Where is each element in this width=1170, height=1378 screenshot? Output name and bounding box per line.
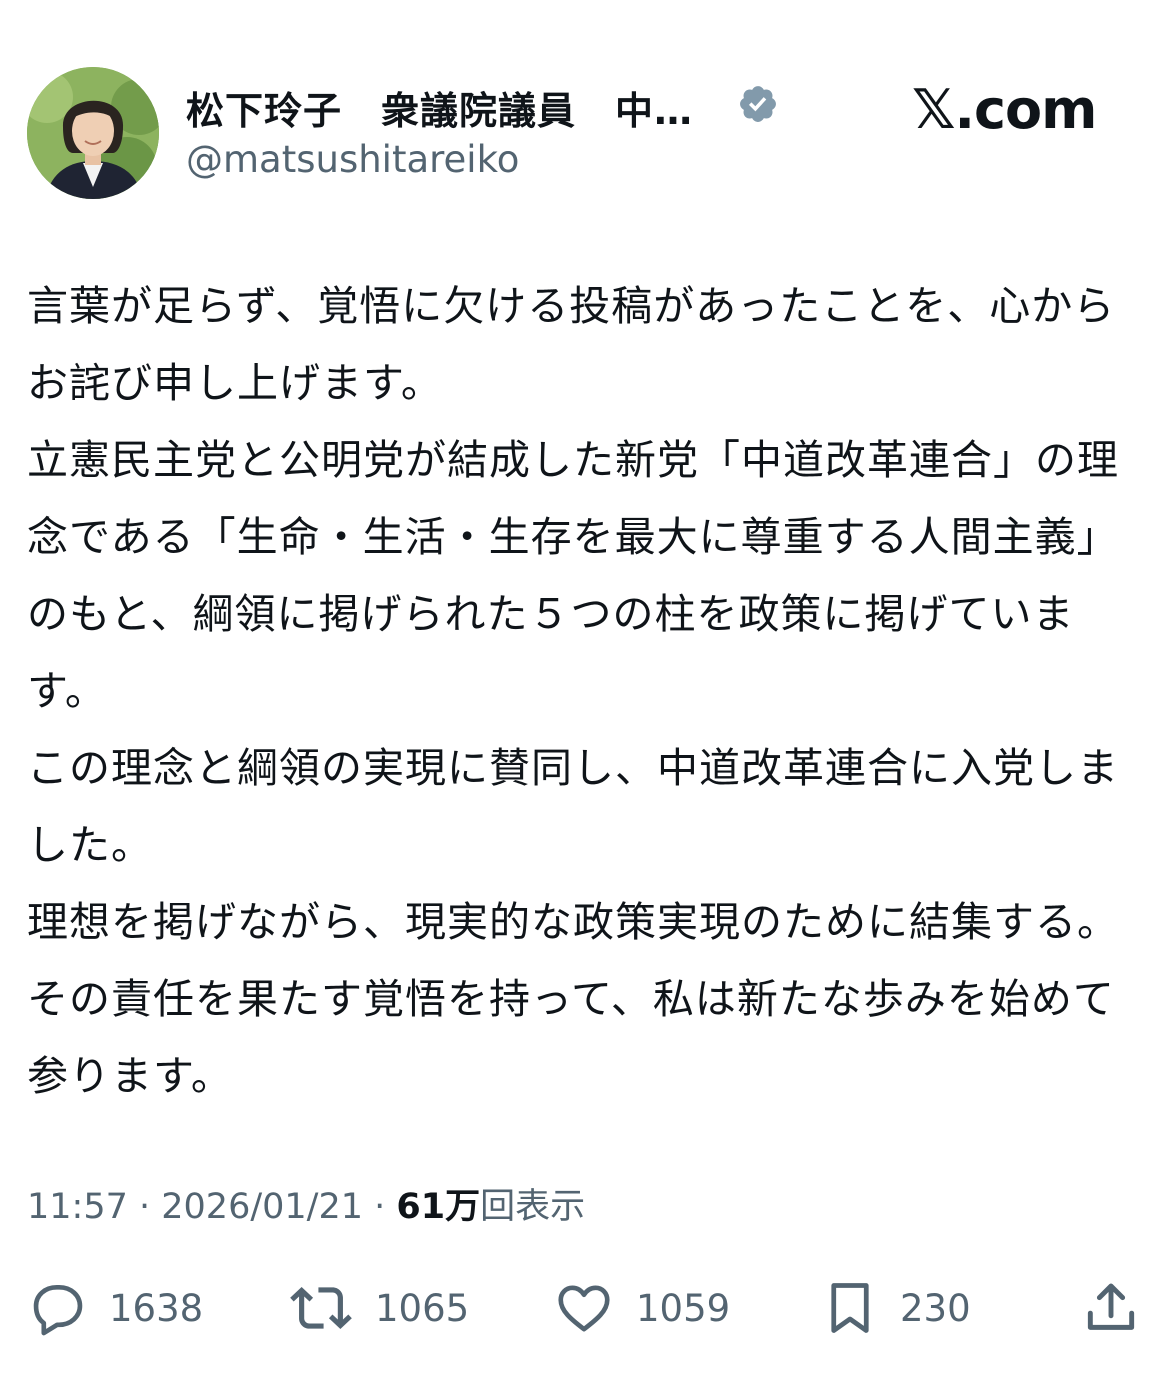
tweet-paragraph: この理念と綱領の実現に賛同し、中道改革連合に入党しました。 — [27, 744, 1119, 869]
tweet-paragraph: 言葉が足らず、覚悟に欠ける投稿があったことを、心からお詫び申し上げます。 — [27, 282, 1116, 407]
avatar-image — [27, 67, 159, 199]
share-icon — [1087, 1283, 1135, 1330]
post-time[interactable]: 11:57 — [27, 1187, 128, 1227]
views-label: 回表示 — [480, 1187, 586, 1227]
tweet-text: 言葉が足らず、覚悟に欠ける投稿があったことを、心からお詫び申し上げます。 立憲民… — [27, 268, 1137, 1115]
bookmark-count: 230 — [900, 1286, 971, 1330]
bookmark-button[interactable]: 230 — [820, 1268, 971, 1348]
views-count: 61万 — [396, 1187, 481, 1227]
action-bar: 1638 1065 1059 230 — [0, 1268, 1170, 1348]
like-icon — [558, 1285, 610, 1332]
tweet-meta: 11:57 · 2026/01/21 · 61万回表示 — [27, 1178, 585, 1229]
verified-badge-icon — [740, 86, 776, 122]
user-handle[interactable]: @matsushitareiko — [186, 138, 519, 181]
display-name[interactable]: 松下玲子 衆議院議員 中… — [186, 80, 693, 135]
repost-count: 1065 — [375, 1286, 470, 1330]
repost-button[interactable]: 1065 — [287, 1268, 469, 1348]
bookmark-icon — [831, 1283, 869, 1333]
like-button[interactable]: 1059 — [552, 1268, 730, 1348]
tweet-paragraph: 理想を掲げながら、現実的な政策実現のために結集する。その責任を果たす覚悟を持って… — [27, 898, 1119, 1100]
reply-button[interactable]: 1638 — [27, 1268, 203, 1348]
repost-icon — [290, 1287, 352, 1329]
reply-count: 1638 — [109, 1286, 204, 1330]
site-brand: 𝕏.com — [912, 78, 1097, 141]
avatar[interactable] — [27, 67, 159, 199]
reply-icon — [33, 1285, 83, 1336]
meta-separator: · — [127, 1187, 162, 1227]
share-button[interactable] — [1080, 1268, 1142, 1348]
meta-separator: · — [363, 1187, 397, 1227]
post-date[interactable]: 2026/01/21 — [161, 1187, 363, 1227]
tweet-paragraph: 立憲民主党と公明党が結成した新党「中道改革連合」の理念である「生命・生活・生存を… — [27, 436, 1119, 715]
like-count: 1059 — [636, 1286, 731, 1330]
